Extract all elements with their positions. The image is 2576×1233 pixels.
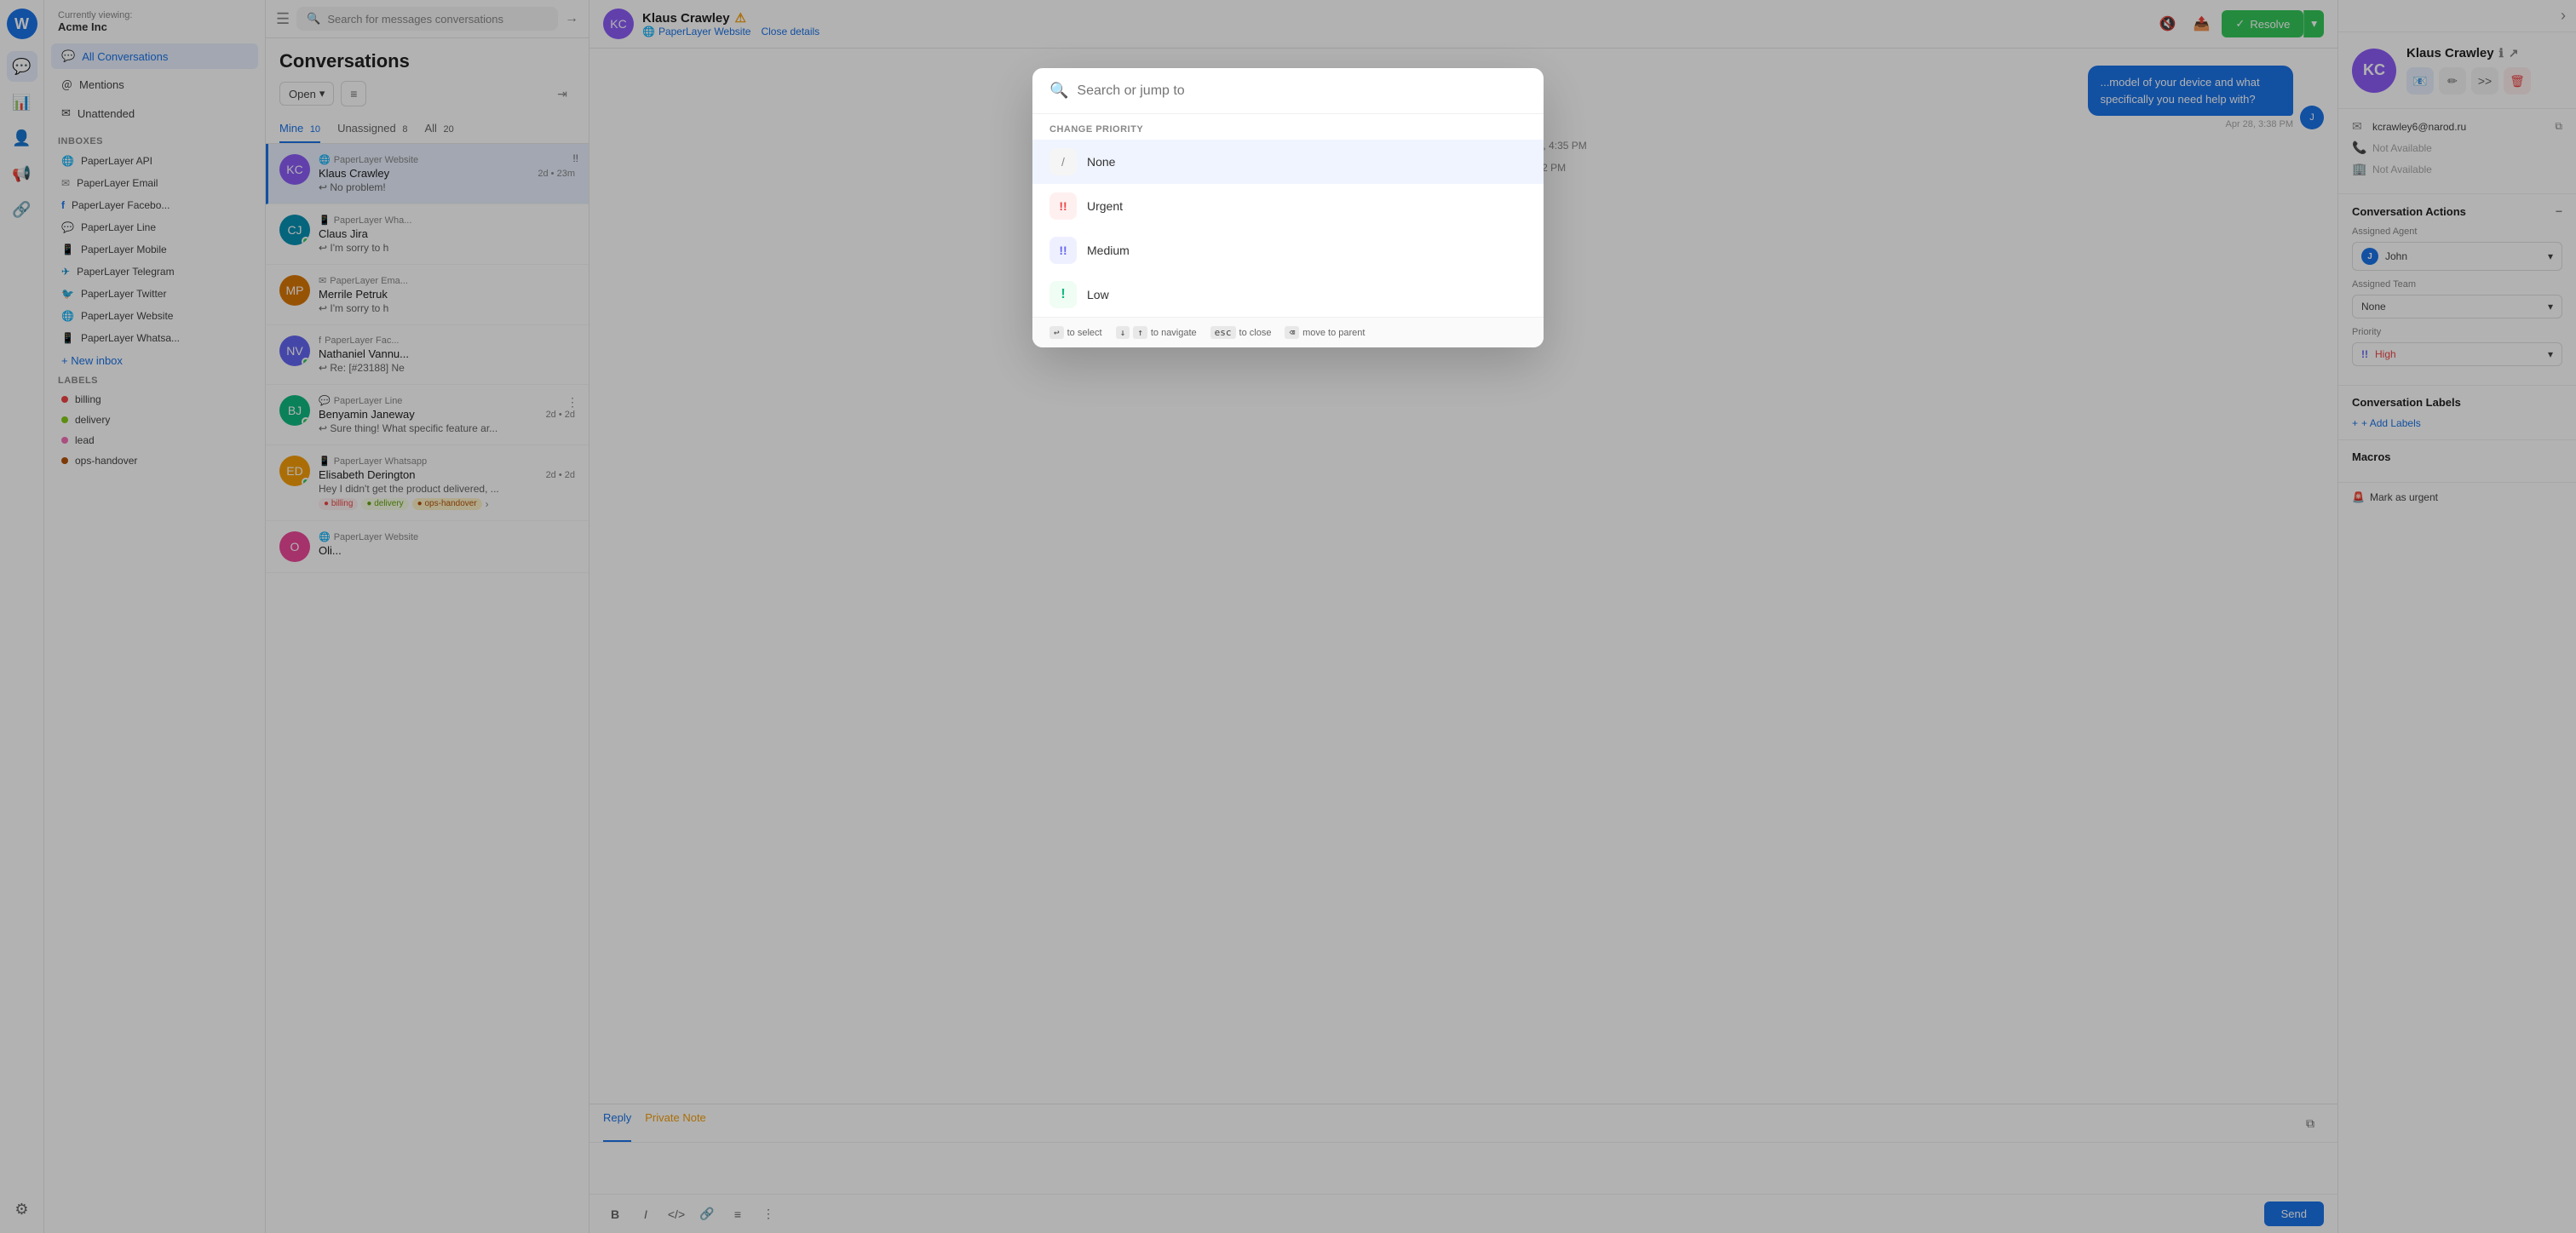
medium-priority-icon: !! — [1059, 244, 1067, 257]
priority-option-low[interactable]: ! Low — [1032, 272, 1544, 317]
modal-footer-parent-hint: ⌫ move to parent — [1285, 326, 1365, 339]
modal-search-icon: 🔍 — [1049, 82, 1068, 100]
none-priority-icon: / — [1061, 155, 1065, 169]
priority-option-none[interactable]: / None — [1032, 140, 1544, 184]
modal-search-input[interactable] — [1077, 83, 1527, 99]
modal-overlay[interactable]: 🔍 Change Priority / None !! Urgent !! Me… — [0, 0, 2576, 1233]
modal-section-label: Change Priority — [1032, 114, 1544, 140]
modal-footer-navigate-hint: ↓ ↑ to navigate — [1116, 326, 1197, 339]
modal-footer-close-hint: esc to close — [1210, 326, 1272, 339]
priority-option-medium[interactable]: !! Medium — [1032, 228, 1544, 272]
priority-option-urgent[interactable]: !! Urgent — [1032, 184, 1544, 228]
search-modal: 🔍 Change Priority / None !! Urgent !! Me… — [1032, 68, 1544, 347]
modal-footer-select-hint: ↩ to select — [1049, 326, 1102, 339]
urgent-priority-icon: !! — [1059, 199, 1067, 213]
low-priority-icon: ! — [1061, 287, 1065, 302]
